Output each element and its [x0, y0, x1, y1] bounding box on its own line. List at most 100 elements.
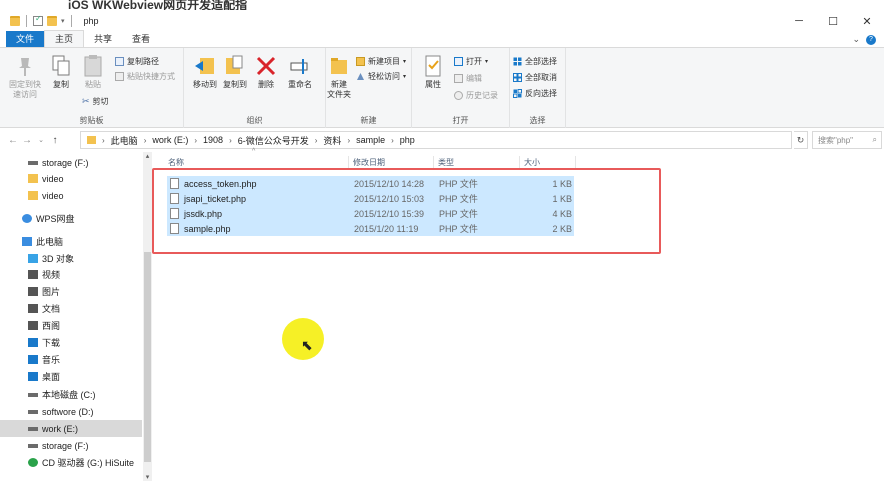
nav-item[interactable]: 图片	[0, 283, 142, 300]
desktop-icon	[28, 372, 38, 381]
nav-item[interactable]: WPS网盘	[0, 210, 142, 227]
copy-to-button[interactable]: 复制到	[220, 54, 250, 90]
scroll-down-icon[interactable]: ▾	[143, 473, 152, 481]
forward-button[interactable]: →	[20, 135, 34, 146]
nav-item[interactable]: 文档	[0, 300, 142, 317]
copy-icon	[52, 55, 70, 76]
minimize-button[interactable]: ─	[782, 10, 816, 32]
recent-locations-button[interactable]: ⌄	[34, 136, 48, 144]
group-clipboard: 固定到快 速访问 复制 粘贴 复制路径 粘贴快捷方式 ✂ 剪切 剪贴板	[0, 48, 184, 128]
history-button[interactable]: 历史记录	[454, 90, 498, 101]
scroll-up-icon[interactable]: ▴	[143, 152, 152, 160]
download-icon	[28, 338, 38, 347]
open-label: 打开	[466, 57, 482, 66]
delete-icon	[256, 56, 276, 76]
maximize-button[interactable]: ☐	[816, 10, 850, 32]
rename-label: 重命名	[288, 80, 312, 89]
nav-item[interactable]: storage (F:)	[0, 154, 142, 171]
open-button[interactable]: 打开 ▾	[454, 56, 488, 67]
copy-label: 复制	[53, 80, 69, 89]
chevron-right-icon: ›	[143, 135, 147, 145]
drive-icon	[28, 409, 38, 414]
delete-button[interactable]: 删除	[254, 54, 278, 90]
tab-home[interactable]: 主页	[44, 30, 85, 47]
breadcrumb-item[interactable]: php	[400, 135, 415, 145]
music-icon	[28, 355, 38, 364]
properties-quick-icon[interactable]	[33, 14, 43, 26]
select-all-label: 全部选择	[525, 57, 557, 66]
pin-to-quick-access-button[interactable]: 固定到快 速访问	[8, 54, 42, 100]
nav-item-label: 下载	[42, 338, 61, 348]
nav-item[interactable]: 3D 对象	[0, 250, 142, 267]
help-icon[interactable]: ?	[866, 34, 876, 45]
breadcrumb-item[interactable]: 1908	[203, 135, 223, 145]
folder-icon	[28, 174, 38, 183]
tab-share[interactable]: 共享	[84, 31, 122, 47]
nav-item[interactable]: work (E:)	[0, 420, 142, 437]
tab-view[interactable]: 查看	[122, 31, 160, 47]
window-controls: ─ ☐ ✕	[782, 10, 884, 32]
select-all-button[interactable]: 全部选择	[513, 56, 557, 67]
nav-item[interactable]: 音乐	[0, 351, 142, 368]
new-folder-button[interactable]: 新建 文件夹	[326, 54, 352, 100]
paste-shortcut-button[interactable]: 粘贴快捷方式	[115, 71, 175, 82]
copy-path-button[interactable]: 复制路径	[115, 56, 159, 67]
new-item-button[interactable]: 新建项目 ▾	[356, 56, 406, 67]
back-button[interactable]: ←	[6, 135, 20, 146]
history-icon	[454, 91, 463, 100]
address-bar[interactable]: › 此电脑 › work (E:) › 1908 › 6-微信公众号开发 › 资…	[80, 131, 792, 149]
nav-item[interactable]: 本地磁盘 (C:)	[0, 386, 142, 403]
nav-item-label: storage (F:)	[42, 440, 89, 451]
properties-label: 属性	[425, 80, 441, 89]
move-to-button[interactable]: 移动到	[190, 54, 220, 90]
cut-button[interactable]: ✂ 剪切	[82, 96, 109, 107]
customize-quick-access-icon[interactable]: ▾	[61, 17, 65, 25]
nav-scrollbar[interactable]: ▴ ▾	[143, 152, 152, 481]
breadcrumb-item[interactable]: 资料	[323, 134, 341, 147]
ribbon-expand-icon[interactable]: ⌄	[852, 34, 860, 45]
nav-item-label: work (E:)	[42, 423, 78, 434]
computer-icon	[22, 237, 32, 246]
nav-item[interactable]: 西阁	[0, 317, 142, 334]
drive-icon	[28, 392, 38, 397]
select-none-icon	[513, 73, 522, 82]
rename-button[interactable]: 重命名	[282, 54, 318, 90]
history-label: 历史记录	[466, 91, 498, 100]
breadcrumb-item[interactable]: 6-微信公众号开发	[238, 134, 309, 147]
properties-icon	[425, 55, 441, 77]
properties-button[interactable]: 属性	[420, 54, 446, 90]
select-none-button[interactable]: 全部取消	[513, 72, 557, 83]
invert-selection-label: 反向选择	[525, 89, 557, 98]
nav-item[interactable]: 下载	[0, 334, 142, 351]
breadcrumb-item[interactable]: work (E:)	[152, 135, 188, 145]
scrollbar-thumb[interactable]	[144, 252, 151, 462]
paste-button[interactable]: 粘贴	[78, 54, 108, 90]
search-input[interactable]: 搜索"php" ⌕	[812, 131, 882, 149]
easy-access-button[interactable]: 轻松访问 ▾	[356, 71, 406, 82]
nav-item[interactable]: video	[0, 170, 142, 187]
nav-item[interactable]: 此电脑	[0, 233, 142, 250]
up-button[interactable]: ↑	[48, 135, 62, 146]
nav-item[interactable]: 视频	[0, 266, 142, 283]
breadcrumb-item[interactable]: sample	[356, 135, 385, 145]
chevron-right-icon: ›	[391, 135, 394, 145]
nav-item-label: CD 驱动器 (G:) HiSuite	[42, 458, 135, 468]
copy-button[interactable]: 复制	[46, 54, 76, 90]
tab-file[interactable]: 文件	[6, 31, 45, 47]
nav-item[interactable]: 桌面	[0, 368, 142, 385]
invert-selection-button[interactable]: 反向选择	[513, 88, 557, 99]
cloud-icon	[22, 214, 32, 223]
edit-button[interactable]: 编辑	[454, 73, 482, 84]
nav-item[interactable]: CD 驱动器 (G:) HiSuite	[0, 454, 142, 471]
refresh-button[interactable]: ↻	[794, 131, 808, 149]
close-button[interactable]: ✕	[850, 10, 884, 32]
nav-item-label: video	[42, 173, 64, 184]
nav-item[interactable]: storage (F:)	[0, 437, 142, 454]
nav-item[interactable]: softwore (D:)	[0, 403, 142, 420]
breadcrumb-item[interactable]: 此电脑	[111, 134, 138, 147]
nav-item-label: softwore (D:)	[42, 406, 94, 417]
cut-label: 剪切	[92, 97, 109, 106]
move-to-label: 移动到	[193, 80, 217, 89]
nav-item[interactable]: video	[0, 187, 142, 204]
new-folder-quick-icon[interactable]	[47, 16, 57, 26]
